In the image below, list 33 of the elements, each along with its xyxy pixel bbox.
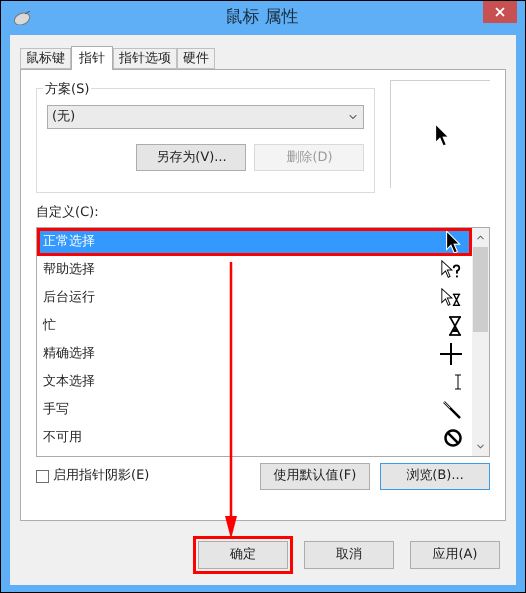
pen-icon — [442, 400, 462, 420]
cursor-list-item[interactable]: 忙 — [37, 312, 472, 340]
hourglass-icon — [448, 316, 462, 336]
customize-label: 自定义(C): — [36, 204, 100, 222]
cursor-list-item[interactable]: 文本选择 — [37, 368, 472, 396]
mouse-icon — [13, 11, 31, 25]
help-cursor-icon — [440, 258, 462, 280]
list-button[interactable]: 使用默认值(F) — [260, 462, 370, 490]
close-button[interactable] — [483, 1, 517, 23]
tab[interactable]: 硬件 — [177, 48, 215, 69]
cursor-list-item[interactable]: 帮助选择 — [37, 256, 472, 284]
unavailable-icon — [444, 428, 462, 446]
window-title: 鼠标 属性 — [225, 6, 299, 30]
scheme-dropdown[interactable]: (无) — [47, 105, 364, 129]
dialog-button[interactable]: 应用(A) — [410, 541, 500, 569]
tab[interactable]: 指针选项 — [113, 48, 177, 69]
tab[interactable]: 指针 — [71, 46, 113, 70]
checkbox-label: 启用指针阴影(E) — [53, 467, 150, 486]
tab[interactable]: 鼠标键 — [20, 48, 71, 69]
cursor-list-item[interactable]: 手写 — [37, 396, 472, 424]
dialog-button[interactable]: 取消 — [304, 541, 394, 569]
text-cursor-icon — [454, 374, 462, 390]
cursor-list-item[interactable]: 不可用 — [37, 424, 472, 452]
dialog-button[interactable]: 确定 — [198, 541, 288, 569]
list-button[interactable]: 浏览(B)... — [380, 462, 490, 490]
cursor-list-item[interactable]: 后台运行 — [37, 284, 472, 312]
scrollbar[interactable] — [472, 228, 489, 456]
working-cursor-icon — [440, 286, 462, 308]
checkbox[interactable] — [36, 470, 49, 482]
crosshair-icon — [440, 342, 462, 364]
close-icon — [493, 5, 507, 19]
cursor-list-item[interactable]: 精确选择 — [37, 340, 472, 368]
scheme-button[interactable]: 另存为(V)... — [136, 144, 246, 171]
